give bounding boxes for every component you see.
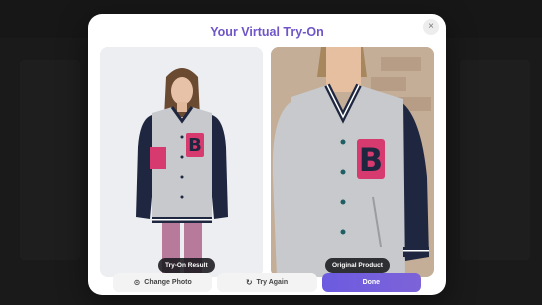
camera-icon: ⊙ [133, 277, 141, 287]
try-again-button[interactable]: ↻ Try Again [217, 273, 317, 292]
svg-text:B: B [359, 141, 383, 179]
original-product-label: Original Product [325, 258, 390, 273]
svg-text:B: B [188, 135, 202, 156]
done-label: Done [362, 279, 381, 286]
try-on-result-image: B Try-On Result [100, 47, 263, 277]
modal-actions: ⊙ Change Photo ↻ Try Again Done [113, 273, 421, 292]
refresh-icon: ↻ [245, 277, 253, 287]
modal-title: Your Virtual Try-On [210, 25, 324, 39]
original-product-image: B Original Product [271, 47, 434, 277]
try-on-result-label: Try-On Result [158, 258, 215, 273]
close-icon: × [428, 21, 434, 32]
change-photo-label: Change Photo [144, 279, 192, 286]
try-again-label: Try Again [256, 279, 289, 286]
try-on-result-illustration: B [100, 47, 263, 277]
change-photo-button[interactable]: ⊙ Change Photo [113, 273, 213, 292]
try-on-modal: Your Virtual Try-On × B Try-On Result B … [88, 14, 446, 295]
close-button[interactable]: × [423, 19, 439, 35]
done-button[interactable]: Done [321, 273, 421, 292]
original-product-illustration: B [271, 47, 434, 277]
